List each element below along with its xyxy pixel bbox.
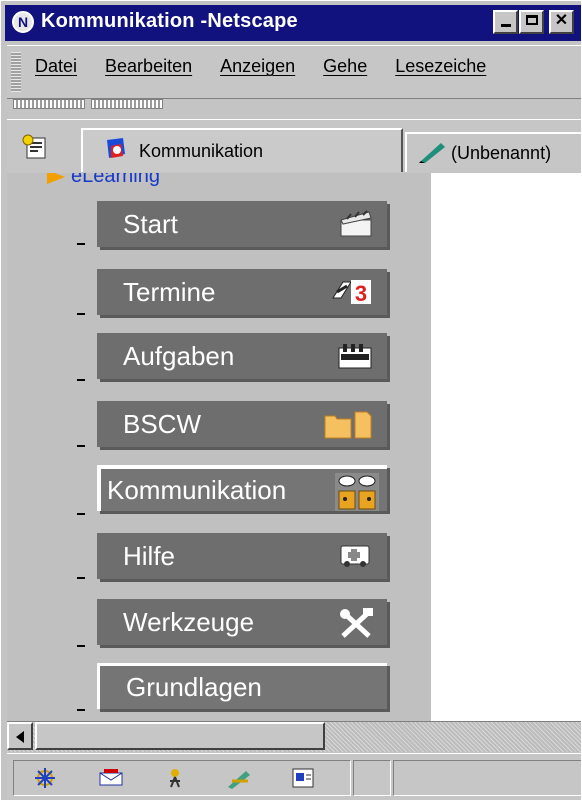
menu-bar: Datei Bearbeiten Anzeigen Gehe Lesezeich… <box>7 45 581 99</box>
tree-node-label: eLearning <box>71 173 160 187</box>
navigator-icon[interactable] <box>32 767 58 789</box>
menubar-grip[interactable] <box>11 52 21 92</box>
tree-connector <box>77 513 85 515</box>
svg-text:3: 3 <box>355 281 367 306</box>
nav-button-werkzeuge[interactable]: Werkzeuge <box>97 599 387 645</box>
sidebar-tab-icon[interactable] <box>21 134 51 160</box>
nav-button-label: Werkzeuge <box>123 606 255 637</box>
status-bar <box>7 753 581 800</box>
tab-unbenannt[interactable]: (Unbenannt) <box>405 132 581 172</box>
nav-button-bscw[interactable]: BSCW <box>97 401 387 447</box>
nav-button-termine[interactable]: Termine 3 <box>97 269 387 315</box>
nav-button-kommunikation[interactable]: Kommunikation <box>97 465 387 511</box>
tree-connector <box>77 709 85 711</box>
menu-bearbeiten[interactable]: Bearbeiten <box>105 56 192 77</box>
nav-button-label: Start <box>123 208 178 239</box>
pen-icon <box>417 139 447 168</box>
toolbar-grip-2[interactable] <box>91 99 163 109</box>
tree-connector <box>77 313 85 315</box>
scroll-left-button[interactable] <box>7 722 33 750</box>
tree-connector <box>77 243 85 245</box>
calendar-icon: 3 <box>329 278 373 313</box>
menu-lesezeichen[interactable]: Lesezeiche <box>395 56 486 77</box>
folder-document-icon <box>323 410 373 447</box>
nav-button-label: Hilfe <box>123 540 176 571</box>
ambulance-icon <box>337 542 373 575</box>
maximize-button[interactable] <box>519 10 544 34</box>
sidebar-panel: eLearning Start Termine 3 Aufgaben BSCW … <box>7 173 431 721</box>
nav-button-label: Kommunikation <box>107 474 287 505</box>
browser-window: N Kommunikation -Netscape ✕ Datei Bearbe… <box>0 0 582 801</box>
component-bar <box>13 760 351 796</box>
title-bar[interactable]: N Kommunikation -Netscape ✕ <box>5 5 581 41</box>
tab-kommunikation-label: Kommunikation <box>139 140 264 161</box>
toolbar-grip-1[interactable] <box>13 99 85 109</box>
content-area[interactable] <box>431 173 581 721</box>
nav-button-start[interactable]: Start <box>97 201 387 247</box>
tree-node-elearning[interactable]: eLearning <box>47 173 160 188</box>
scroll-thumb[interactable] <box>35 722 325 750</box>
edit-icon[interactable] <box>226 767 252 789</box>
factory-icon <box>337 342 373 379</box>
arrow-left-icon <box>16 731 24 743</box>
composer-icon[interactable] <box>162 767 188 789</box>
sidebar-tab-bar: Kommunikation (Unbenannt) <box>7 119 581 174</box>
nav-button-label: Termine <box>123 276 216 307</box>
speech-faces-icon <box>335 473 379 518</box>
tab-unbenannt-label: (Unbenannt) <box>451 142 552 163</box>
clapperboard-icon <box>339 210 373 245</box>
tree-connector <box>77 379 85 381</box>
status-field-message <box>393 760 581 796</box>
minimize-button[interactable] <box>493 10 518 34</box>
nav-button-hilfe[interactable]: Hilfe <box>97 533 387 579</box>
menu-anzeigen[interactable]: Anzeigen <box>220 56 295 77</box>
nav-button-label: BSCW <box>123 408 201 439</box>
horizontal-scrollbar[interactable] <box>7 721 581 752</box>
menu-datei[interactable]: Datei <box>35 56 77 77</box>
status-field-security <box>353 760 391 796</box>
address-book-icon[interactable] <box>290 767 316 789</box>
tools-icon <box>339 608 373 645</box>
window-title: Kommunikation -Netscape <box>41 10 298 32</box>
menu-gehe[interactable]: Gehe <box>323 56 367 77</box>
tree-arrow-icon <box>47 173 65 184</box>
netscape-n-icon[interactable]: N <box>12 11 34 33</box>
nav-button-aufgaben[interactable]: Aufgaben <box>97 333 387 379</box>
tree-connector <box>77 445 85 447</box>
kommunikation-tab-icon <box>103 136 129 167</box>
nav-button-label: Aufgaben <box>123 340 235 371</box>
tree-connector <box>77 577 85 579</box>
close-button[interactable]: ✕ <box>549 10 574 34</box>
tab-kommunikation[interactable]: Kommunikation <box>81 128 403 172</box>
collapsed-toolbars <box>13 99 163 109</box>
tree-connector <box>77 645 85 647</box>
nav-button-label: Grundlagen <box>126 672 262 702</box>
mail-icon[interactable] <box>98 767 124 789</box>
nav-button-grundlagen[interactable]: Grundlagen <box>97 663 387 709</box>
